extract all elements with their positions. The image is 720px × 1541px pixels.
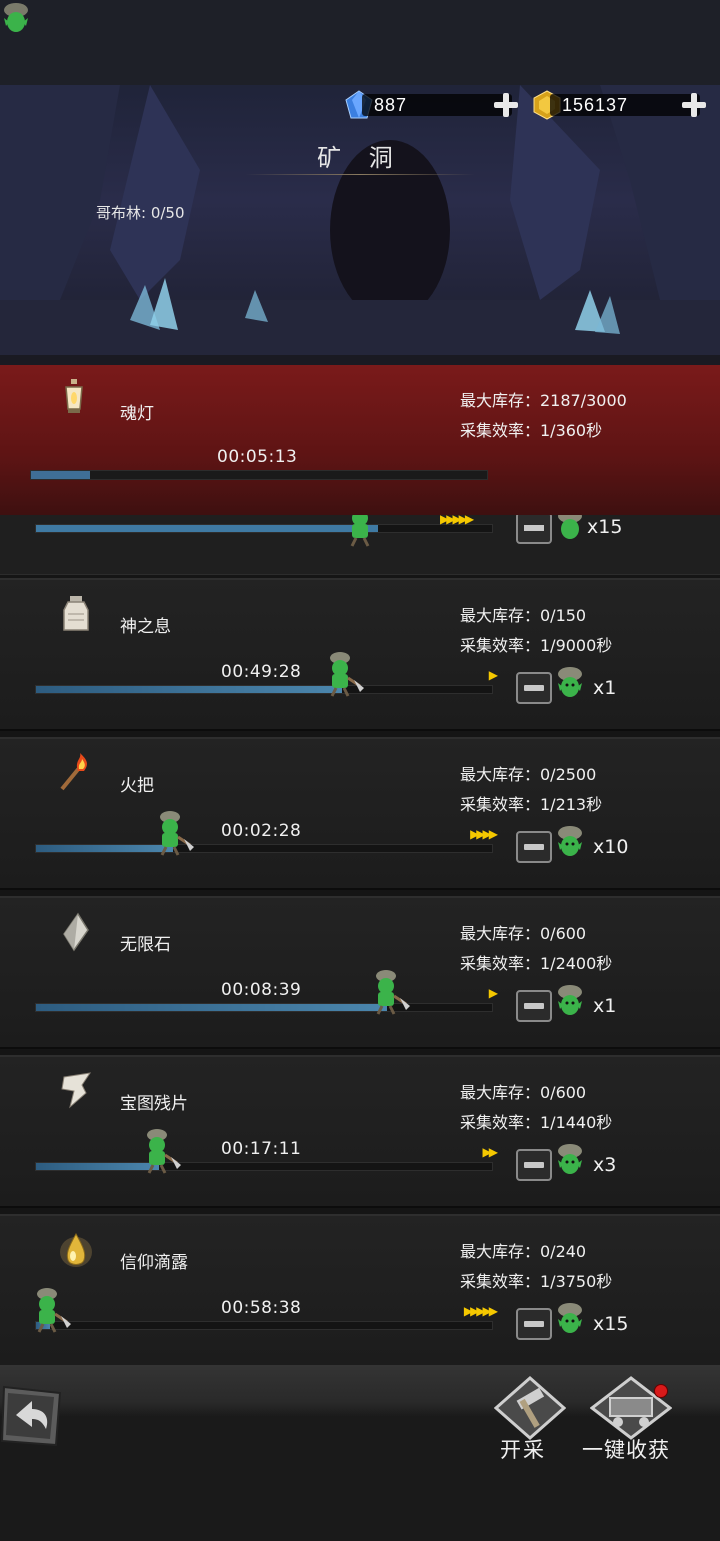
resource-row[interactable]: 信仰滴露 最大库存：0/240 采集效率：1/3750秒 00:58:38 ▶▶▶▶▶ x… bbox=[0, 1214, 720, 1367]
remove-goblin-button[interactable] bbox=[516, 512, 552, 544]
max-stock: 最大库存：0/240 bbox=[460, 1242, 587, 1261]
start-mining-label: 开采 bbox=[500, 1438, 546, 1462]
collect-rate: 采集效率：1/3750秒 bbox=[460, 1272, 613, 1291]
collect-rate: 采集效率：1/360秒 bbox=[460, 421, 603, 440]
diamond-amount: 887 bbox=[374, 95, 408, 115]
resource-name: 无限石 bbox=[120, 935, 171, 955]
lantern-icon bbox=[65, 379, 83, 413]
dew-drop-icon bbox=[60, 1232, 92, 1267]
progress-track bbox=[35, 1003, 493, 1012]
progress-track bbox=[35, 844, 493, 853]
bottle-icon bbox=[63, 596, 89, 631]
countdown-timer: 00:58:38 bbox=[221, 1298, 302, 1318]
countdown-timer: 00:05:13 bbox=[217, 447, 298, 467]
max-stock: 最大库存：0/2500 bbox=[460, 765, 597, 784]
progress-track bbox=[35, 1321, 493, 1330]
resource-name: 魂灯 bbox=[120, 404, 154, 424]
back-button[interactable] bbox=[0, 1383, 64, 1451]
resource-name: 火把 bbox=[120, 776, 154, 796]
progress-fill bbox=[36, 525, 378, 532]
progress-track bbox=[35, 1162, 493, 1171]
torch-icon bbox=[60, 753, 87, 791]
remove-goblin-button[interactable] bbox=[516, 831, 552, 863]
remove-goblin-button[interactable] bbox=[516, 990, 552, 1022]
countdown-timer: 00:49:28 bbox=[221, 662, 302, 682]
active-resource-row[interactable]: 魂灯 最大库存：2187/3000 采集效率：1/360秒 00:05:13 bbox=[0, 365, 720, 515]
resource-row[interactable]: 无限石 最大库存：0/600 采集效率：1/2400秒 00:08:39 ▶ x1 bbox=[0, 896, 720, 1049]
goblin-assigned-count: x1 bbox=[593, 677, 617, 699]
collect-rate: 采集效率：1/213秒 bbox=[460, 795, 603, 814]
progress-track bbox=[35, 685, 493, 694]
resource-name: 神之息 bbox=[120, 617, 171, 637]
goblin-icon bbox=[558, 1144, 582, 1174]
gold-amount: 156137 bbox=[562, 95, 629, 115]
countdown-timer: 00:02:28 bbox=[221, 821, 302, 841]
progress-track bbox=[30, 470, 488, 480]
add-diamond-button[interactable] bbox=[494, 93, 518, 117]
progress-track bbox=[35, 524, 493, 533]
gold-counter: 156137 bbox=[532, 90, 708, 120]
resource-name: 宝图残片 bbox=[120, 1094, 188, 1114]
speed-arrows: ▶▶ bbox=[482, 1145, 498, 1159]
goblin-icon bbox=[4, 3, 28, 32]
miner-goblin-icon bbox=[36, 1288, 71, 1333]
speed-arrows: ▶▶▶▶▶ bbox=[463, 1304, 498, 1318]
goblin-assigned-count: x10 bbox=[593, 836, 629, 858]
goblin-icon bbox=[558, 985, 582, 1015]
collect-rate: 采集效率：1/1440秒 bbox=[460, 1113, 613, 1132]
crystal-icon bbox=[63, 912, 89, 952]
diamond-counter: 887 bbox=[344, 90, 520, 120]
cave-banner: 887 156137 矿 洞 哥布林: 0/50 bbox=[0, 0, 720, 365]
goblin-icon bbox=[558, 826, 582, 856]
progress-fill bbox=[36, 686, 342, 693]
collect-rate: 采集效率：1/2400秒 bbox=[460, 954, 613, 973]
start-mining-button[interactable] bbox=[494, 1376, 566, 1440]
remove-goblin-button[interactable] bbox=[516, 672, 552, 704]
resource-row[interactable]: 神之息 最大库存：0/150 采集效率：1/9000秒 00:49:28 ▶ x1 bbox=[0, 578, 720, 731]
notification-dot bbox=[654, 1384, 668, 1398]
progress-fill bbox=[31, 471, 91, 479]
speed-arrows: ▶ bbox=[488, 986, 498, 1000]
goblin-assigned-count: x1 bbox=[593, 995, 617, 1017]
map-fragment-icon bbox=[61, 1072, 92, 1109]
max-stock: 最大库存：2187/3000 bbox=[460, 391, 627, 410]
max-stock: 最大库存：0/150 bbox=[460, 606, 587, 625]
resource-row[interactable]: 火把 最大库存：0/2500 采集效率：1/213秒 00:02:28 ▶▶▶▶ x10 bbox=[0, 737, 720, 890]
remove-goblin-button[interactable] bbox=[516, 1149, 552, 1181]
title-divider bbox=[245, 174, 475, 175]
goblin-count: 哥布林: 0/50 bbox=[96, 204, 185, 222]
goblin-assigned-count: x3 bbox=[593, 1154, 617, 1176]
miner-goblin-icon bbox=[160, 811, 195, 856]
progress-fill bbox=[36, 1004, 388, 1011]
miner-goblin-icon bbox=[329, 652, 364, 697]
collect-all-label: 一键收获 bbox=[582, 1438, 670, 1462]
resource-row[interactable]: 宝图残片 最大库存：0/600 采集效率：1/1440秒 00:17:11 ▶▶ x3 bbox=[0, 1055, 720, 1208]
goblin-assigned-count: x15 bbox=[593, 1313, 629, 1335]
goblin-icon bbox=[558, 667, 582, 697]
miner-goblin-icon bbox=[146, 1129, 181, 1174]
resource-name: 信仰滴露 bbox=[120, 1253, 188, 1273]
page-title: 矿 洞 bbox=[317, 144, 403, 172]
remove-goblin-button[interactable] bbox=[516, 1308, 552, 1340]
countdown-timer: 00:17:11 bbox=[221, 1139, 302, 1159]
speed-arrows: ▶ bbox=[488, 668, 498, 682]
miner-goblin-icon bbox=[375, 970, 410, 1015]
max-stock: 最大库存：0/600 bbox=[460, 924, 587, 943]
speed-arrows: ▶▶▶▶ bbox=[470, 827, 498, 841]
countdown-timer: 00:08:39 bbox=[221, 980, 302, 1000]
collect-rate: 采集效率：1/9000秒 bbox=[460, 636, 613, 655]
goblin-icon bbox=[558, 1303, 582, 1333]
add-gold-button[interactable] bbox=[682, 93, 706, 117]
cave-background bbox=[0, 0, 720, 365]
max-stock: 最大库存：0/600 bbox=[460, 1083, 587, 1102]
goblin-assigned-count: x15 bbox=[587, 516, 623, 538]
